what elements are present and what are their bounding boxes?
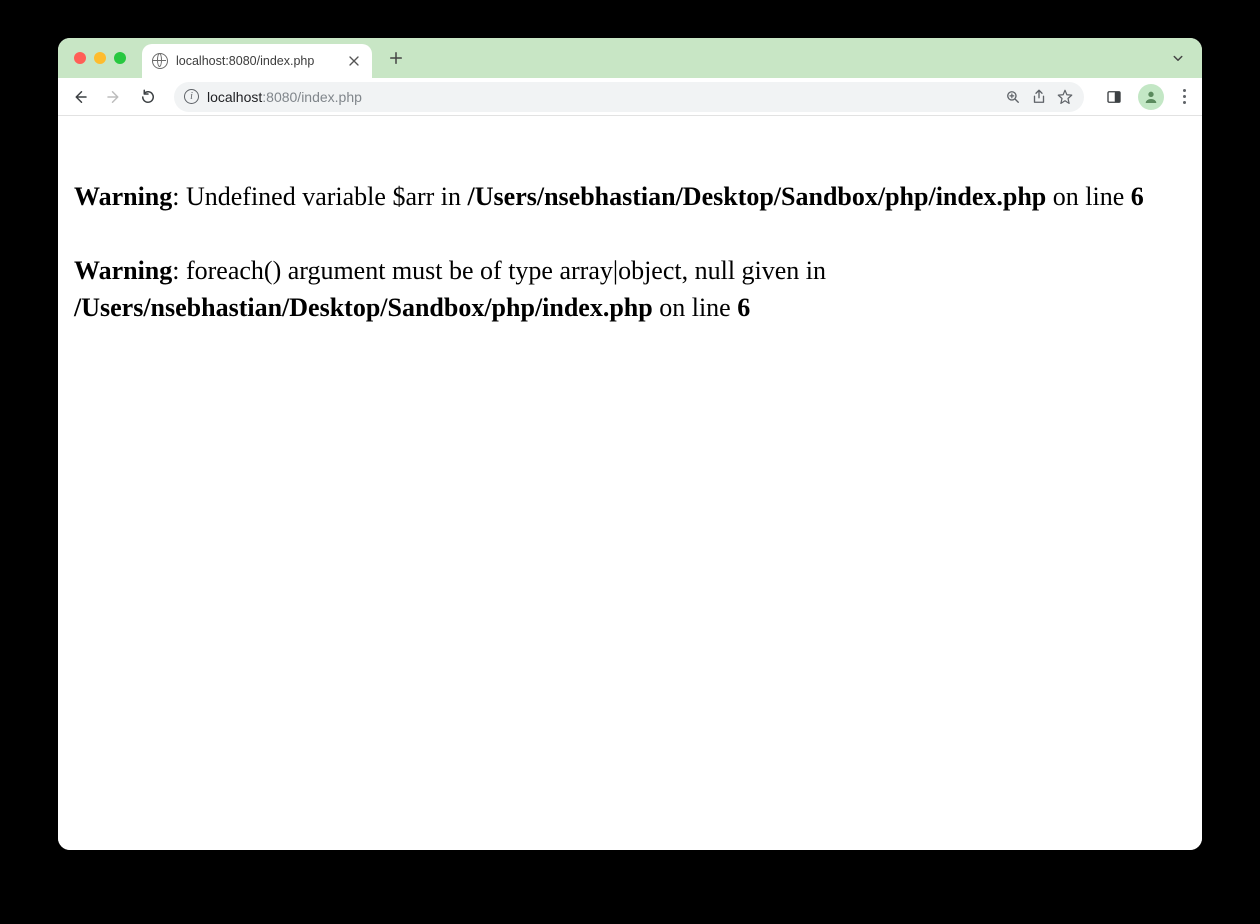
warning-path: /Users/nsebhastian/Desktop/Sandbox/php/i… <box>468 182 1047 211</box>
profile-button[interactable] <box>1138 84 1164 110</box>
on-line-text: on line <box>653 293 738 322</box>
minimize-window-button[interactable] <box>94 52 106 64</box>
url-host: localhost <box>207 89 262 105</box>
toolbar-right <box>1100 83 1194 111</box>
dot-icon <box>1183 95 1186 98</box>
arrow-right-icon <box>105 88 123 106</box>
maximize-window-button[interactable] <box>114 52 126 64</box>
warning-label: Warning <box>74 256 172 285</box>
window-controls <box>74 52 126 64</box>
share-button[interactable] <box>1030 88 1048 106</box>
chevron-down-icon <box>1169 49 1187 67</box>
zoom-button[interactable] <box>1004 88 1022 106</box>
page-content: Warning: Undefined variable $arr in /Use… <box>58 116 1202 850</box>
reload-button[interactable] <box>134 83 162 111</box>
dot-icon <box>1183 101 1186 104</box>
share-icon <box>1030 88 1048 106</box>
dot-icon <box>1183 89 1186 92</box>
star-icon <box>1056 88 1074 106</box>
person-icon <box>1143 89 1159 105</box>
close-window-button[interactable] <box>74 52 86 64</box>
warning-label: Warning <box>74 182 172 211</box>
globe-icon <box>152 53 168 69</box>
on-line-text: on line <box>1046 182 1131 211</box>
forward-button[interactable] <box>100 83 128 111</box>
toolbar: i localhost:8080/index.php <box>58 78 1202 116</box>
warning-line: 6 <box>737 293 750 322</box>
bookmark-button[interactable] <box>1056 88 1074 106</box>
php-warning: Warning: Undefined variable $arr in /Use… <box>74 178 1186 216</box>
url-text: localhost:8080/index.php <box>207 89 996 105</box>
warning-message: : foreach() argument must be of type arr… <box>172 256 826 285</box>
browser-tab[interactable]: localhost:8080/index.php <box>142 44 372 78</box>
panel-icon <box>1105 88 1123 106</box>
warning-line: 6 <box>1131 182 1144 211</box>
warning-path: /Users/nsebhastian/Desktop/Sandbox/php/i… <box>74 293 653 322</box>
tab-search-button[interactable] <box>1168 48 1188 68</box>
address-bar[interactable]: i localhost:8080/index.php <box>174 82 1084 112</box>
reload-icon <box>139 88 157 106</box>
side-panel-button[interactable] <box>1100 83 1128 111</box>
new-tab-button[interactable] <box>382 44 410 72</box>
back-button[interactable] <box>66 83 94 111</box>
tab-strip: localhost:8080/index.php <box>58 38 1202 78</box>
plus-icon <box>387 49 405 67</box>
tab-title: localhost:8080/index.php <box>176 54 338 68</box>
arrow-left-icon <box>71 88 89 106</box>
close-tab-button[interactable] <box>346 53 362 69</box>
menu-button[interactable] <box>1174 89 1194 104</box>
zoom-icon <box>1004 88 1022 106</box>
close-icon <box>346 52 362 70</box>
warning-message: : Undefined variable $arr in <box>172 182 467 211</box>
url-path: :8080/index.php <box>262 89 362 105</box>
site-info-icon[interactable]: i <box>184 89 199 104</box>
php-warning: Warning: foreach() argument must be of t… <box>74 252 1186 327</box>
browser-window: localhost:8080/index.php i localhost:808… <box>58 38 1202 850</box>
